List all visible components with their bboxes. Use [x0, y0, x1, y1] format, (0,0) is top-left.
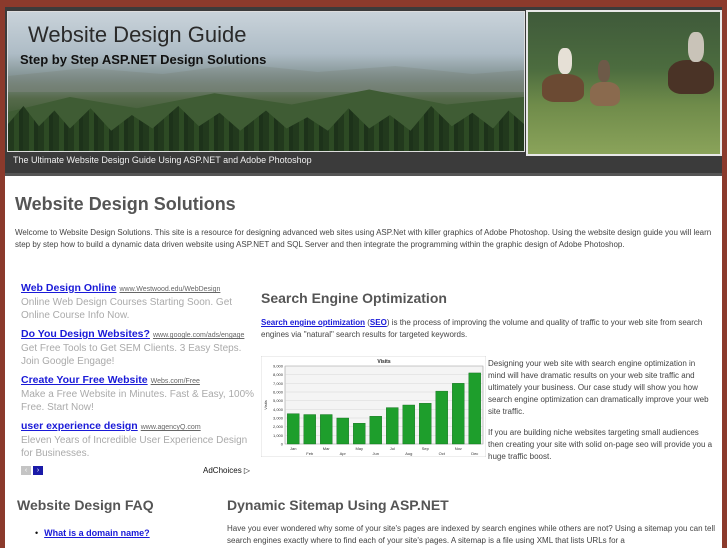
- rider-shape: [598, 60, 610, 82]
- bar: [468, 372, 481, 445]
- y-tick-label: 3,000: [273, 416, 284, 421]
- faq-heading: Website Design FAQ: [17, 497, 154, 513]
- faq-link[interactable]: What is a domain name?: [44, 528, 150, 538]
- seo-abbr-link[interactable]: SEO: [370, 318, 387, 327]
- horse-shape: [542, 74, 584, 102]
- ad-title-link[interactable]: Create Your Free Website: [21, 374, 148, 386]
- ad-title-link[interactable]: Web Design Online: [21, 282, 116, 294]
- y-tick-label: 5,000: [273, 398, 284, 403]
- x-tick-label: Sep: [422, 446, 430, 451]
- x-tick-label: Aug: [405, 451, 412, 456]
- ad-url[interactable]: www.agencyQ.com: [141, 424, 201, 431]
- ad-url[interactable]: Webs.com/Free: [151, 378, 200, 385]
- page-title: Website Design Solutions: [15, 194, 236, 214]
- x-tick-label: Dec: [471, 451, 478, 456]
- seo-intro-paragraph: Search engine optimization (SEO) is the …: [261, 317, 711, 341]
- y-tick-label: 4,000: [273, 407, 284, 412]
- ad-prev-arrow-icon[interactable]: ‹: [21, 466, 31, 475]
- sitemap-paragraph: Have you ever wondered why some of your …: [227, 524, 716, 545]
- header-banner-image: Website Design Guide Step by Step ASP.NE…: [7, 11, 525, 152]
- x-tick-label: May: [355, 446, 363, 451]
- chart-title: Visits: [377, 359, 390, 365]
- bar: [452, 383, 465, 445]
- ad-url[interactable]: www.Westwood.edu/WebDesign: [119, 286, 220, 293]
- sitemap-heading: Dynamic Sitemap Using ASP.NET: [227, 497, 449, 513]
- ad-description: Get Free Tools to Get SEM Clients. 3 Eas…: [21, 343, 242, 367]
- ad-title-link[interactable]: user experience design: [21, 420, 138, 432]
- y-tick-label: 9,000: [273, 364, 284, 369]
- x-tick-label: Feb: [306, 451, 314, 456]
- x-tick-label: Jun: [373, 451, 379, 456]
- seo-paragraph-2: If you are building niche websites targe…: [488, 428, 713, 461]
- rider-shape: [558, 48, 572, 74]
- x-tick-label: Nov: [455, 446, 462, 451]
- bar: [303, 414, 316, 445]
- seo-heading: Search Engine Optimization: [261, 290, 447, 306]
- y-tick-label: 1,000: [273, 433, 284, 438]
- bar: [435, 390, 448, 445]
- x-tick-label: Jan: [290, 446, 296, 451]
- ad-description: Make a Free Website in Minutes. Fast & E…: [21, 389, 255, 413]
- faq-list: What is a domain name?: [44, 528, 150, 538]
- bar: [336, 417, 349, 445]
- ad-item[interactable]: user experience design www.agencyQ.com El…: [21, 420, 257, 460]
- bar: [369, 416, 382, 445]
- x-tick-label: Apr: [340, 451, 347, 456]
- y-tick-label: 2,000: [273, 424, 284, 429]
- bar: [287, 413, 300, 445]
- horse-shape: [668, 60, 714, 94]
- site-title[interactable]: Website Design Guide: [28, 22, 247, 48]
- horse-riders-photo: [526, 10, 722, 156]
- site-tagline: The Ultimate Website Design Guide Using …: [13, 155, 312, 165]
- ad-item[interactable]: Do You Design Websites? www.google.com/ad…: [21, 328, 257, 368]
- site-subtitle: Step by Step ASP.NET Design Solutions: [20, 52, 267, 67]
- ad-url[interactable]: www.google.com/ads/engage: [153, 332, 244, 339]
- y-tick-label: 7,000: [273, 381, 284, 386]
- ad-description: Eleven Years of Incredible User Experien…: [21, 435, 248, 459]
- seo-link[interactable]: Search engine optimization: [261, 318, 365, 327]
- bar: [402, 404, 415, 445]
- x-tick-label: Mar: [323, 446, 331, 451]
- visits-bar-chart: Visits01,0002,0003,0004,0005,0006,0007,0…: [261, 356, 486, 457]
- ad-item[interactable]: Create Your Free Website Webs.com/Free Ma…: [21, 374, 257, 414]
- adchoices-link[interactable]: AdChoices ▷: [203, 466, 250, 475]
- ad-title-link[interactable]: Do You Design Websites?: [21, 328, 150, 340]
- main-content: Website Design Solutions Welcome to Webs…: [5, 173, 722, 548]
- bar: [386, 407, 399, 445]
- bar: [353, 422, 366, 445]
- y-axis-label: Visits: [263, 400, 268, 409]
- bar: [320, 414, 333, 445]
- x-tick-label: Jul: [390, 446, 395, 451]
- rider-shape: [688, 32, 704, 62]
- y-tick-label: 8,000: [273, 372, 284, 377]
- faq-item: What is a domain name?: [44, 528, 150, 538]
- horse-shape: [590, 82, 620, 106]
- intro-paragraph: Welcome to Website Design Solutions. Thi…: [15, 228, 712, 249]
- site-header: Website Design Guide Step by Step ASP.NE…: [5, 7, 722, 173]
- x-tick-label: Oct: [439, 451, 446, 456]
- ad-item[interactable]: Web Design Online www.Westwood.edu/WebDes…: [21, 282, 257, 322]
- bar: [419, 403, 432, 445]
- y-tick-label: 6,000: [273, 390, 284, 395]
- ad-description: Online Web Design Courses Starting Soon.…: [21, 297, 233, 321]
- seo-paragraph-1: Designing your web site with search engi…: [488, 359, 709, 416]
- ad-next-arrow-icon[interactable]: ›: [33, 466, 43, 475]
